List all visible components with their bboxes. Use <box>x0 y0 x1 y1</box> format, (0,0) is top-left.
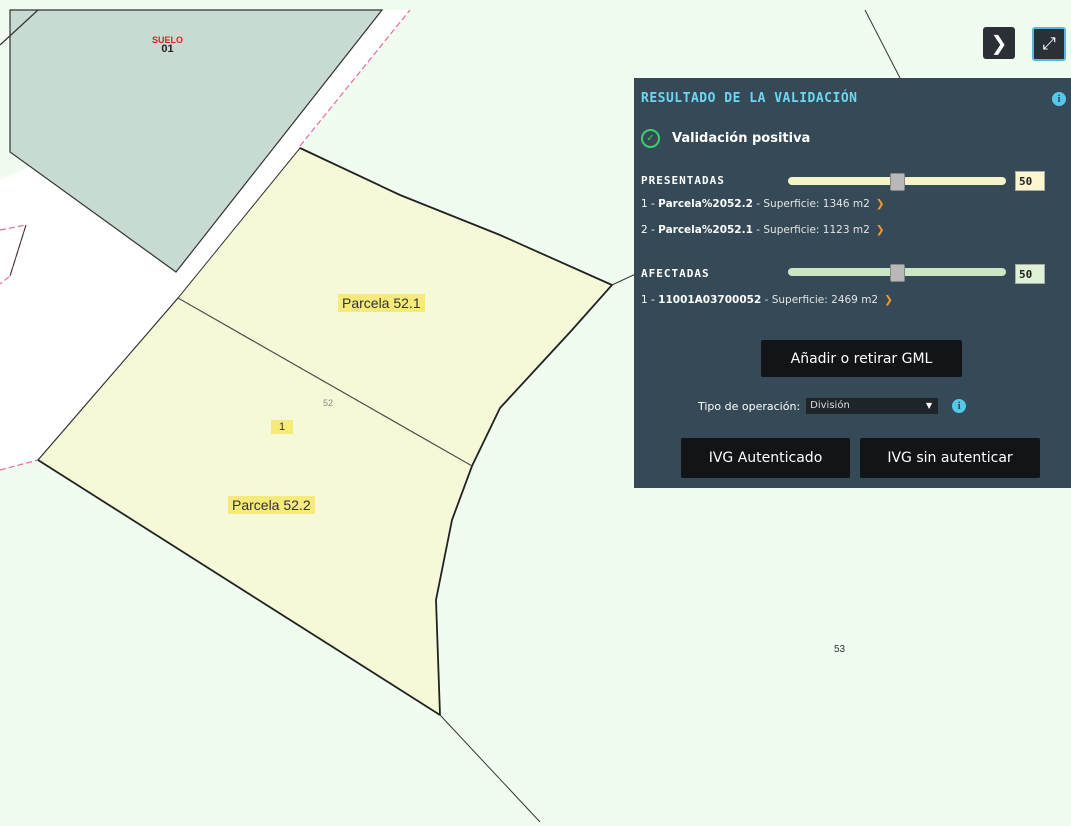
chevron-right-icon[interactable]: ❯ <box>876 198 885 210</box>
fullscreen-button[interactable]: ⤢ <box>1032 27 1066 61</box>
item-name: Parcela%2052.1 <box>658 224 753 236</box>
presentadas-item-1[interactable]: 1 - Parcela%2052.2 - Superficie: 1346 m2… <box>641 198 885 210</box>
validation-panel: RESULTADO DE LA VALIDACIÓN i ✓ Validació… <box>634 78 1071 488</box>
ivg-authenticated-button[interactable]: IVG Autenticado <box>681 438 850 478</box>
parcel-number-52: 52 <box>323 398 334 408</box>
item-index: 1 - <box>641 294 655 306</box>
operation-type-value: División <box>810 400 850 411</box>
parcel-label-52-1: Parcela 52.1 <box>338 294 425 312</box>
afectadas-item-1[interactable]: 1 - 11001A03700052 - Superficie: 2469 m2… <box>641 294 893 306</box>
chevron-right-icon[interactable]: ❯ <box>884 294 893 306</box>
item-surface: - Superficie: 1123 m2 <box>756 224 870 236</box>
afectadas-opacity-value[interactable]: 50 <box>1015 264 1045 284</box>
presentadas-opacity-slider[interactable] <box>788 173 1006 191</box>
operation-type-select[interactable]: División ▼ <box>806 398 939 414</box>
info-icon[interactable]: i <box>1052 92 1066 106</box>
ivg-unauthenticated-button[interactable]: IVG sin autenticar <box>860 438 1040 478</box>
item-surface: - Superficie: 2469 m2 <box>764 294 879 306</box>
chevron-right-icon[interactable]: ❯ <box>876 224 885 236</box>
parcel-label-52-2: Parcela 52.2 <box>228 496 315 514</box>
subparcel-number: 1 <box>271 420 294 434</box>
presentadas-opacity-value[interactable]: 50 <box>1015 171 1045 191</box>
operation-info-icon[interactable]: i <box>952 399 967 413</box>
fullscreen-icon: ⤢ <box>1042 34 1056 54</box>
dropdown-arrow-icon: ▼ <box>926 401 933 410</box>
validation-status-text: Validación positiva <box>672 131 811 146</box>
afectadas-opacity-slider[interactable] <box>788 264 1006 282</box>
operation-type-label: Tipo de operación: <box>698 399 801 413</box>
chevron-right-icon: ❯ <box>990 31 1008 55</box>
item-name: Parcela%2052.2 <box>658 198 753 210</box>
suelo-number: 01 <box>161 43 174 55</box>
item-index: 2 - <box>641 224 655 236</box>
check-circle-icon: ✓ <box>641 129 660 148</box>
presentadas-slider-handle[interactable] <box>890 173 905 191</box>
panel-title: RESULTADO DE LA VALIDACIÓN <box>641 91 858 106</box>
presentadas-label: PRESENTADAS <box>641 174 725 187</box>
afectadas-slider-handle[interactable] <box>890 264 905 282</box>
presentadas-item-2[interactable]: 2 - Parcela%2052.1 - Superficie: 1123 m2… <box>641 224 885 236</box>
item-index: 1 - <box>641 198 655 210</box>
afectadas-label: AFECTADAS <box>641 267 710 280</box>
parcel-number-53: 53 <box>834 644 846 655</box>
suelo-label: SUELO 01 <box>152 36 183 55</box>
item-surface: - Superficie: 1346 m2 <box>756 198 870 210</box>
item-name: 11001A03700052 <box>658 294 762 306</box>
add-remove-gml-button[interactable]: Añadir o retirar GML <box>761 340 962 377</box>
collapse-panel-button[interactable]: ❯ <box>983 27 1015 59</box>
operation-type-row: Tipo de operación: División ▼ i <box>698 398 967 414</box>
validation-status: ✓ Validación positiva <box>641 129 810 148</box>
